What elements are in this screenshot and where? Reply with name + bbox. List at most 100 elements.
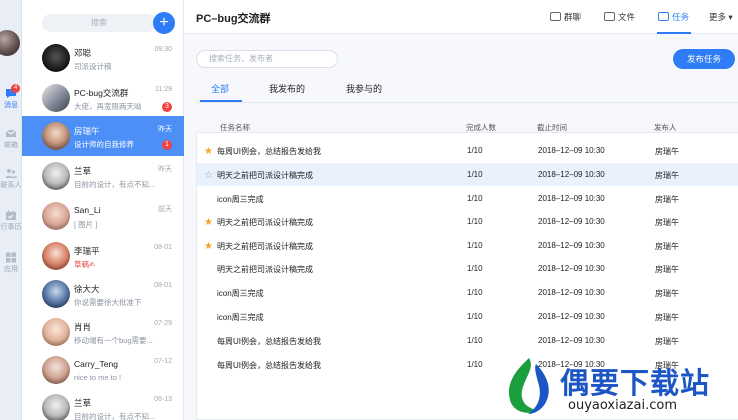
conversation-search-input[interactable]: 搜索 — [42, 14, 156, 32]
draft-label: 草稿 — [74, 260, 89, 269]
conversation-time: 06-13 — [154, 396, 172, 403]
table-row[interactable]: icon周三完成 1/10 2018–12–09 10:30 房瑞午 — [197, 305, 738, 328]
conversation-item[interactable]: 兰草 目前的设计，有点不知... 昨天 — [22, 156, 184, 196]
publish-task-button[interactable]: 发布任务 — [673, 49, 735, 69]
apps-icon — [6, 252, 16, 263]
table-row[interactable]: ★ 明天之前把司派设计稿完成 1/10 2018–12–09 10:30 房瑞午 — [197, 234, 738, 257]
group-chat-button[interactable]: 群聊 — [550, 11, 581, 23]
task-done: 1/10 — [467, 264, 483, 273]
task-deadline: 2018–12–09 10:30 — [538, 194, 605, 203]
new-conversation-button[interactable]: + — [153, 12, 175, 34]
conversation-item[interactable]: 兰草 目前的设计，有点不知... 06-13 — [22, 388, 184, 420]
task-name: 明天之前把司派设计稿完成 — [217, 171, 313, 180]
task-name: 每周UI例会，总结报告发给我 — [217, 337, 321, 346]
conversation-item[interactable]: 邓聪 司派设计稿 09:30 — [22, 38, 184, 78]
task-name: 每周UI例会，总结报告发给我 — [217, 361, 321, 370]
conversation-item[interactable]: PC-bug交流群 大佬，再宽限两天呦 11:29 3 — [22, 78, 184, 118]
star-icon[interactable]: ★ — [204, 241, 213, 252]
conversation-item[interactable]: 肖肖 移动端有一个bug需要... 07-29 — [22, 312, 184, 352]
conversation-time: 11:29 — [155, 86, 172, 93]
rail-item-contacts[interactable]: 联系人 — [0, 168, 22, 190]
conversation-name: 兰草 — [74, 166, 92, 176]
task-deadline: 2018–12–09 10:30 — [538, 170, 605, 179]
task-deadline: 2018–12–09 10:30 — [538, 312, 605, 321]
rail-item-messages[interactable]: 消息 4 — [0, 84, 22, 110]
star-icon[interactable]: ★ — [204, 217, 213, 228]
rail-item-calendar[interactable]: 行事历 — [0, 210, 22, 232]
avatar — [42, 318, 70, 346]
rail-item-apps[interactable]: 应用 — [0, 252, 22, 274]
star-outline-icon[interactable]: ☆ — [204, 170, 213, 181]
avatar — [42, 44, 70, 72]
calendar-icon — [6, 210, 16, 220]
rail-label: 应用 — [4, 266, 18, 273]
conversation-time: 08-01 — [154, 282, 172, 289]
conversation-item[interactable]: 徐大大 你说需要徐大批准下 08-01 — [22, 274, 184, 314]
folder-icon — [604, 12, 615, 21]
conversation-time: 07-29 — [154, 320, 172, 327]
button-label: 群聊 — [564, 12, 582, 22]
tab-published-by-me[interactable]: 我发布的 — [269, 82, 305, 95]
conversation-time: 08-01 — [154, 244, 172, 251]
tasks-button[interactable]: 任务 — [658, 11, 689, 23]
chat-header: PC–bug交流群 群聊 文件 任务 更多 ▾ — [184, 0, 738, 34]
rail-item-mail[interactable]: 邮箱 — [0, 128, 22, 150]
star-icon[interactable]: ★ — [204, 146, 213, 157]
task-search-input[interactable]: 搜索任务、发布者 — [196, 50, 338, 68]
avatar — [42, 84, 70, 112]
table-row[interactable]: icon周三完成 1/10 2018–12–09 10:30 房瑞午 — [197, 281, 738, 304]
conversation-preview: 草稿✍ — [74, 259, 95, 270]
task-publisher: 房瑞午 — [655, 242, 679, 251]
conversation-time: 昨天 — [158, 166, 172, 173]
task-name: 明天之前把司派设计稿完成 — [217, 242, 313, 251]
conversation-item[interactable]: 房瑞午 设计师的自我修养 昨天 1 — [22, 116, 184, 156]
table-row[interactable]: ★ 每周UI例会，总结报告发给我 1/10 2018–12–09 10:30 房… — [197, 139, 738, 162]
conversation-preview: 你说需要徐大批准下 — [74, 298, 142, 307]
watermark-logo-icon — [508, 358, 549, 414]
table-row[interactable]: icon周三完成 1/10 2018–12–09 10:30 房瑞午 — [197, 187, 738, 210]
conversation-item[interactable]: Carry_Teng nice to me to ! 07-12 — [22, 350, 184, 390]
conversation-preview: 司派设计稿 — [74, 62, 112, 71]
conversation-name: 李瑞平 — [74, 246, 100, 256]
conversation-name: 兰草 — [74, 398, 92, 408]
conversation-name: PC-bug交流群 — [74, 88, 129, 98]
table-row[interactable]: ☆ 明天之前把司派设计稿完成 1/10 2018–12–09 10:30 房瑞午 — [197, 163, 738, 186]
table-row[interactable]: ★ 明天之前把司派设计稿完成 1/10 2018–12–09 10:30 房瑞午 — [197, 210, 738, 233]
table-row[interactable]: 每周UI例会，总结报告发给我 1/10 2018–12–09 10:30 房瑞午 — [197, 329, 738, 352]
conversation-name: Carry_Teng — [74, 359, 118, 369]
task-done: 1/10 — [467, 336, 483, 345]
chat-bubble-icon — [550, 12, 561, 21]
task-name: 每周UI例会，总结报告发给我 — [217, 147, 321, 156]
task-publisher: 房瑞午 — [655, 147, 679, 156]
task-deadline: 2018–12–09 10:30 — [538, 146, 605, 155]
task-deadline: 2018–12–09 10:30 — [538, 217, 605, 226]
task-publisher: 房瑞午 — [655, 195, 679, 204]
task-name: icon周三完成 — [217, 313, 264, 322]
task-done: 1/10 — [467, 194, 483, 203]
conversation-preview: 大佬，再宽限两天呦 — [74, 102, 142, 111]
rail-label: 行事历 — [0, 224, 22, 231]
button-label: 文件 — [618, 12, 636, 22]
avatar — [42, 356, 70, 384]
conversation-preview: nice to me to ! — [74, 373, 122, 382]
tab-participating[interactable]: 我参与的 — [346, 82, 382, 95]
conversation-item[interactable]: 李瑞平 草稿✍ 08-01 — [22, 236, 184, 276]
button-label: 任务 — [672, 12, 690, 22]
more-button[interactable]: 更多 ▾ — [709, 11, 733, 23]
tab-all[interactable]: 全部 — [211, 82, 229, 95]
task-done: 1/10 — [467, 170, 483, 179]
conversation-item[interactable]: San_Li [ 图片 ] 前天 — [22, 196, 184, 236]
contacts-icon — [5, 169, 17, 178]
mail-icon — [5, 129, 17, 137]
my-avatar[interactable] — [0, 30, 20, 56]
task-name: icon周三完成 — [217, 195, 264, 204]
task-name: 明天之前把司派设计稿完成 — [217, 218, 313, 227]
task-done: 1/10 — [467, 288, 483, 297]
conversation-time: 09:30 — [154, 46, 172, 53]
unread-badge: 4 — [11, 84, 20, 93]
conversation-preview: [ 图片 ] — [74, 220, 98, 229]
table-row[interactable]: 明天之前把司派设计稿完成 1/10 2018–12–09 10:30 房瑞午 — [197, 257, 738, 280]
conversation-time: 07-12 — [154, 358, 172, 365]
files-button[interactable]: 文件 — [604, 11, 635, 23]
task-deadline: 2018–12–09 10:30 — [538, 336, 605, 345]
